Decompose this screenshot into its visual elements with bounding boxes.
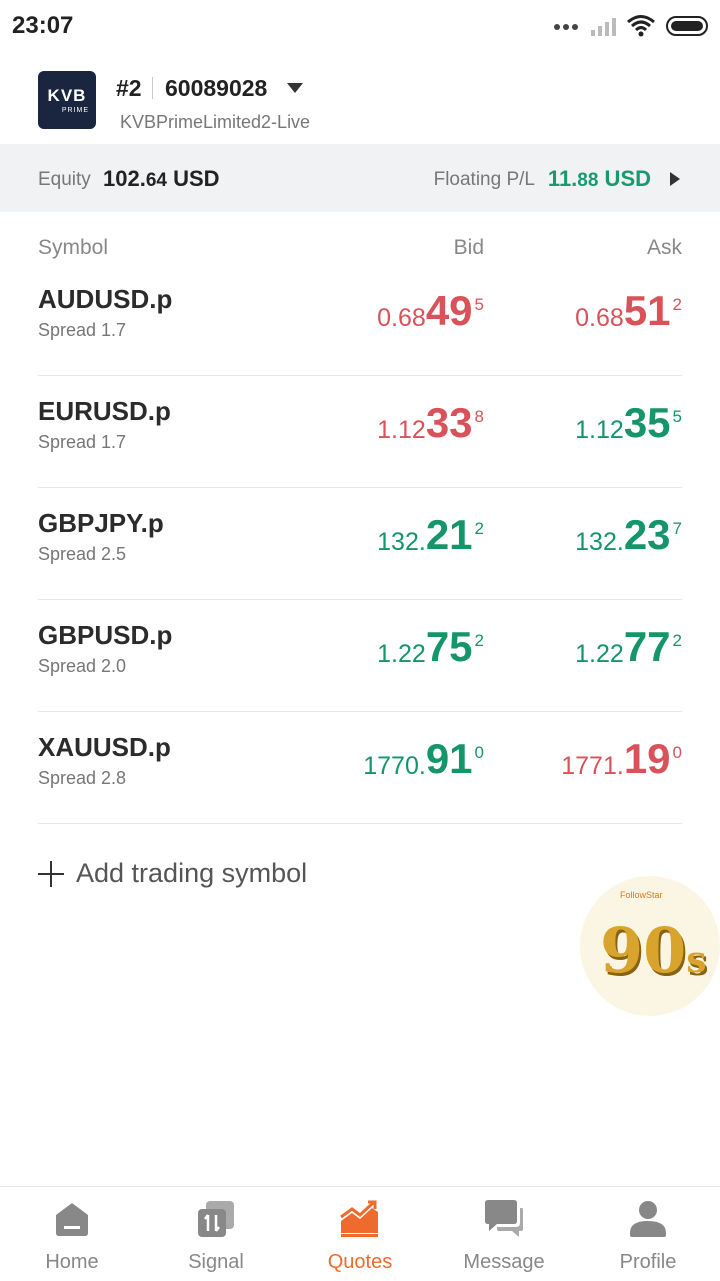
bottom-tab-bar: Home Signal Quotes Message Profile [0, 1186, 720, 1281]
broker-logo: KVB PRIME [38, 71, 96, 129]
account-number: #2 [116, 75, 142, 101]
arrow-right-icon[interactable] [670, 172, 680, 186]
battery-icon [666, 16, 708, 36]
symbol-name: XAUUSD.p [38, 732, 171, 762]
symbol-name: EURUSD.p [38, 396, 171, 426]
promo-number: 90s [600, 914, 707, 987]
status-icons [554, 12, 708, 40]
profile-icon [630, 1201, 666, 1237]
bid-price[interactable]: 1770. 91 0 [363, 738, 484, 781]
divider [152, 77, 153, 99]
tab-quotes[interactable]: Quotes [288, 1187, 432, 1281]
tab-message[interactable]: Message [432, 1187, 576, 1281]
quote-row[interactable]: EURUSD.p Spread 1.7 1.12 33 8 1.12 35 5 [38, 376, 682, 488]
add-symbol-label: Add trading symbol [76, 858, 308, 888]
ask-price[interactable]: 132. 23 7 [575, 514, 682, 557]
bid-header: Bid [453, 236, 484, 259]
equity-bar[interactable]: Equity 102.64 USD Floating P/L 11.88 USD [0, 144, 720, 212]
plus-icon [38, 860, 64, 887]
symbol-name: GBPUSD.p [38, 620, 173, 650]
chart-icon [340, 1200, 378, 1237]
signal-icon [198, 1201, 234, 1237]
spread-value: Spread 1.7 [38, 320, 127, 340]
symbol-name: AUDUSD.p [38, 284, 173, 314]
ask-price[interactable]: 1771. 19 0 [561, 738, 682, 781]
floating-pl-value: 11.88 USD [547, 166, 651, 191]
add-symbol-button[interactable]: Add trading symbol [38, 858, 307, 889]
symbol-header: Symbol [38, 236, 109, 259]
equity-label: Equity [38, 169, 91, 190]
tab-profile[interactable]: Profile [576, 1187, 720, 1281]
symbol-name: GBPJPY.p [38, 508, 164, 538]
home-icon [56, 1203, 88, 1236]
status-time: 23:07 [12, 12, 74, 39]
spread-value: Spread 1.7 [38, 432, 127, 452]
account-server: KVBPrimeLimited2-Live [120, 112, 311, 132]
floating-pl-label: Floating P/L [433, 169, 535, 190]
message-icon [485, 1200, 523, 1237]
equity-value: 102.64 USD [103, 166, 220, 191]
caret-down-icon[interactable] [287, 83, 303, 93]
quote-row[interactable]: XAUUSD.p Spread 2.8 1770. 91 0 1771. 19 0 [38, 712, 682, 824]
ask-price[interactable]: 1.12 35 5 [575, 402, 682, 445]
cell-signal-icon [591, 16, 616, 36]
ask-header: Ask [646, 236, 682, 259]
account-id[interactable]: 60089028 [165, 75, 267, 102]
quote-row[interactable]: GBPUSD.p Spread 2.0 1.22 75 2 1.22 77 2 [38, 600, 682, 712]
status-bar: 23:07 [0, 0, 720, 52]
spread-value: Spread 2.5 [38, 544, 127, 564]
followstar-promo-badge[interactable]: FollowStar 90s [580, 876, 720, 1016]
quote-row[interactable]: AUDUSD.p Spread 1.7 0.68 49 5 0.68 51 2 [38, 264, 682, 376]
promo-brand: FollowStar [620, 890, 663, 900]
ask-price[interactable]: 1.22 77 2 [575, 626, 682, 669]
more-dots-icon [554, 17, 581, 35]
bid-price[interactable]: 0.68 49 5 [377, 290, 484, 333]
spread-value: Spread 2.8 [38, 768, 127, 788]
account-header[interactable]: KVB PRIME #2 60089028 KVBPrimeLimited2-L… [0, 60, 720, 144]
tab-home[interactable]: Home [0, 1187, 144, 1281]
bid-price[interactable]: 1.22 75 2 [377, 626, 484, 669]
quote-row[interactable]: GBPJPY.p Spread 2.5 132. 21 2 132. 23 7 [38, 488, 682, 600]
wifi-icon [627, 15, 655, 37]
ask-price[interactable]: 0.68 51 2 [575, 290, 682, 333]
tab-signal[interactable]: Signal [144, 1187, 288, 1281]
spread-value: Spread 2.0 [38, 656, 127, 676]
bid-price[interactable]: 1.12 33 8 [377, 402, 484, 445]
bid-price[interactable]: 132. 21 2 [377, 514, 484, 557]
